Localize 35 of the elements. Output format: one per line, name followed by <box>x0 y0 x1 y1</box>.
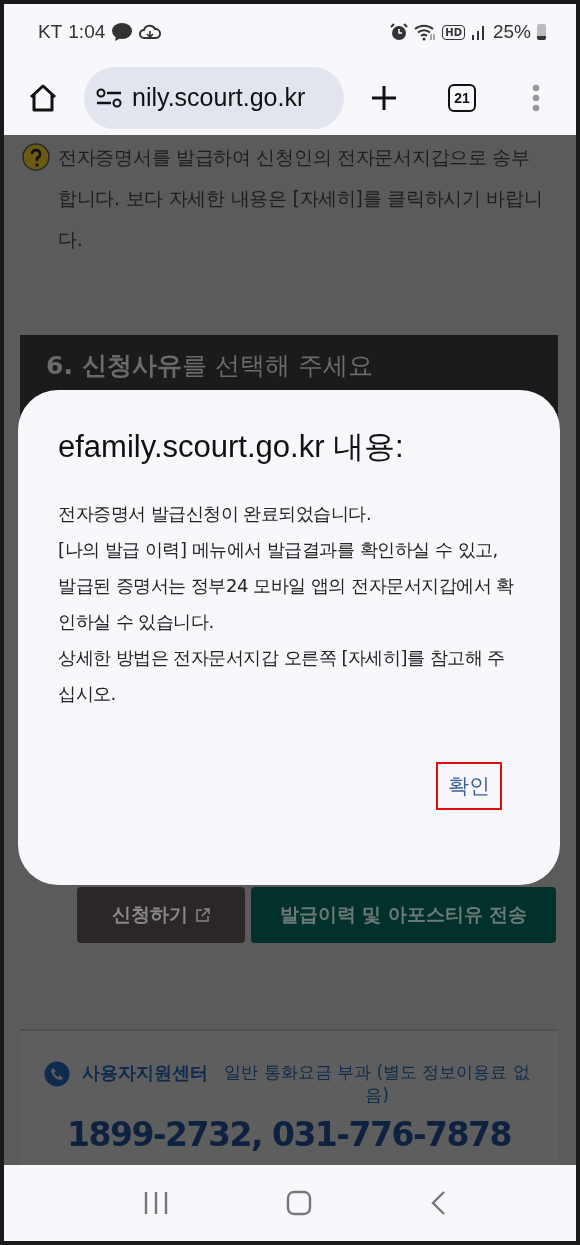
dialog-message: [나의 발급 이력] 메뉴에서 발급결과를 확인하실 수 있고, 발급된 증명서는 정부24 모바일 앱의 전자문서지갑에서 확인하실 수 있습니다. <box>58 538 515 634</box>
home-button-icon[interactable] <box>286 1190 312 1216</box>
help-text: 전자증명서를 발급하여 신청인의 전자문서지갑으로 송부합니다. 보다 자세한 내용은 [자세히]를 클릭하시기 바랍니다. <box>58 145 544 252</box>
apply-button[interactable]: 신청하기 <box>77 887 245 943</box>
site-settings-icon <box>96 86 122 109</box>
dialog-message: 전자증명서 발급신청이 완료되었습니다. <box>58 502 373 526</box>
address-bar[interactable]: nily.scourt.go.kr <box>84 66 344 129</box>
hd-label: HD <box>442 24 465 40</box>
url-text: nily.scourt.go.kr <box>132 83 306 112</box>
battery-icon <box>537 24 546 40</box>
dialog-message: 상세한 방법은 전자문서지갑 오른쪽 [자세히]를 참고해 주십시오. <box>58 646 506 706</box>
back-icon[interactable] <box>429 1190 448 1216</box>
plus-icon[interactable] <box>370 83 398 112</box>
battery-percent: 25% <box>492 21 531 43</box>
phone-icon <box>44 1061 70 1087</box>
alarm-icon <box>390 23 409 41</box>
menu-icon[interactable] <box>531 83 541 112</box>
home-icon[interactable] <box>28 82 58 113</box>
support-note: 일반 통화요금 부과 (별도 정보이용료 없음) <box>223 1061 531 1107</box>
dialog-title: efamily.scourt.go.kr 내용: <box>58 428 405 466</box>
cloud-icon <box>139 23 162 41</box>
history-button[interactable]: 발급이력 및 아포스티유 전송 <box>251 887 556 943</box>
wifi-icon <box>414 23 437 41</box>
tab-count-button[interactable]: 21 <box>448 83 476 112</box>
signal-icon <box>470 24 487 40</box>
phone-number: 1899-2732, 031-776-7878 <box>66 1115 512 1154</box>
confirm-button[interactable]: 확인 <box>436 762 502 810</box>
question-icon <box>22 143 50 171</box>
support-title: 사용자지원센터 <box>82 1061 208 1085</box>
carrier-label: KT <box>38 21 63 43</box>
recent-apps-icon[interactable] <box>142 1190 169 1216</box>
chat-bubble-icon <box>111 22 134 42</box>
external-link-icon <box>196 908 210 922</box>
section-heading: 6. 신청사유를 선택해 주세요 <box>46 350 374 382</box>
clock-time: 1:04 <box>68 21 106 43</box>
